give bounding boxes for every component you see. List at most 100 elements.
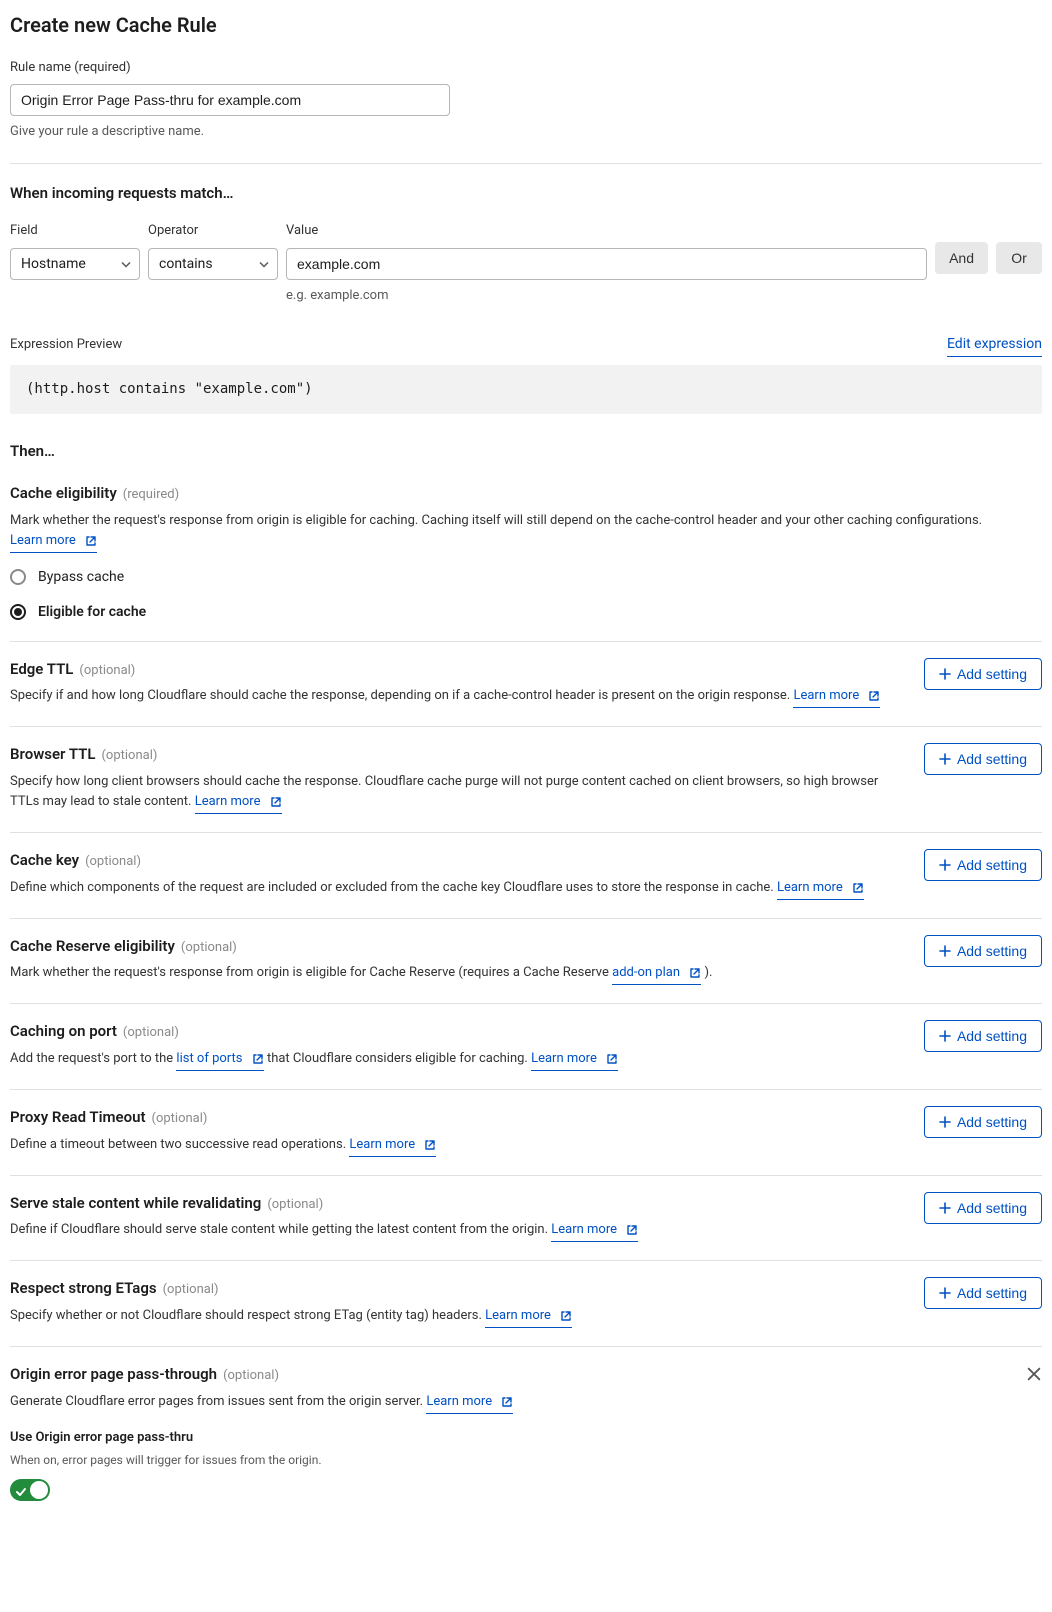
browser-ttl-desc: Specify how long client browsers should … (10, 772, 900, 814)
rule-name-label: Rule name (required) (10, 58, 1042, 78)
optional-tag: (optional) (101, 746, 157, 766)
external-link-icon (689, 967, 701, 979)
external-link-icon (252, 1053, 264, 1065)
learn-more-link[interactable]: Learn more (195, 792, 282, 814)
match-section-title: When incoming requests match… (10, 182, 1042, 205)
add-setting-button[interactable]: Add setting (924, 935, 1042, 967)
close-icon[interactable] (1026, 1366, 1042, 1382)
cache-key-desc: Define which components of the request a… (10, 878, 900, 900)
caching-port-desc: Add the request's port to the list of po… (10, 1049, 900, 1071)
list-of-ports-link[interactable]: list of ports (176, 1049, 263, 1071)
learn-more-link[interactable]: Learn more (10, 531, 97, 553)
toggle-knob (30, 1481, 48, 1499)
field-header: Field (10, 221, 140, 241)
edge-ttl-desc: Specify if and how long Cloudflare shoul… (10, 686, 900, 708)
learn-more-link[interactable]: Learn more (349, 1135, 436, 1157)
optional-tag: (optional) (181, 938, 237, 958)
serve-stale-desc: Define if Cloudflare should serve stale … (10, 1220, 900, 1242)
add-setting-button[interactable]: Add setting (924, 1192, 1042, 1224)
plus-icon (939, 753, 951, 765)
learn-more-link[interactable]: Learn more (777, 878, 864, 900)
toggle-desc: When on, error pages will trigger for is… (10, 1451, 1042, 1469)
radio-label: Eligible for cache (38, 602, 146, 623)
plus-icon (939, 1287, 951, 1299)
external-link-icon (626, 1224, 638, 1236)
browser-ttl-title: Browser TTL (10, 743, 95, 766)
external-link-icon (424, 1139, 436, 1151)
learn-more-link[interactable]: Learn more (485, 1306, 572, 1328)
cache-eligibility-title: Cache eligibility (10, 482, 117, 505)
rule-name-helper: Give your rule a descriptive name. (10, 122, 1042, 142)
radio-eligible-cache[interactable]: Eligible for cache (10, 602, 1042, 623)
add-setting-button[interactable]: Add setting (924, 849, 1042, 881)
external-link-icon (270, 796, 282, 808)
learn-more-link[interactable]: Learn more (551, 1220, 638, 1242)
optional-tag: (optional) (223, 1366, 279, 1386)
required-tag: (required) (123, 485, 179, 505)
add-setting-button[interactable]: Add setting (924, 743, 1042, 775)
external-link-icon (606, 1053, 618, 1065)
operator-header: Operator (148, 221, 278, 241)
addon-plan-link[interactable]: add-on plan (612, 963, 701, 985)
learn-more-link[interactable]: Learn more (793, 686, 880, 708)
radio-icon (10, 569, 26, 585)
caching-port-title: Caching on port (10, 1020, 117, 1043)
cache-reserve-title: Cache Reserve eligibility (10, 935, 175, 958)
learn-more-link[interactable]: Learn more (531, 1049, 618, 1071)
origin-error-title: Origin error page pass-through (10, 1363, 217, 1386)
external-link-icon (85, 535, 97, 547)
radio-bypass-cache[interactable]: Bypass cache (10, 567, 1042, 588)
expression-label: Expression Preview (10, 335, 122, 355)
edit-expression-link[interactable]: Edit expression (947, 334, 1042, 357)
cache-key-title: Cache key (10, 849, 79, 872)
radio-label: Bypass cache (38, 567, 124, 588)
and-button[interactable]: And (935, 242, 988, 274)
toggle-title: Use Origin error page pass-thru (10, 1428, 1042, 1448)
expression-code: (http.host contains "example.com") (10, 365, 1042, 414)
plus-icon (939, 945, 951, 957)
operator-select-value: contains (159, 254, 213, 275)
optional-tag: (optional) (163, 1280, 219, 1300)
optional-tag: (optional) (152, 1109, 208, 1129)
proxy-timeout-title: Proxy Read Timeout (10, 1106, 146, 1129)
add-setting-button[interactable]: Add setting (924, 1106, 1042, 1138)
external-link-icon (868, 690, 880, 702)
etags-title: Respect strong ETags (10, 1277, 157, 1300)
value-input[interactable] (286, 248, 927, 280)
check-icon (15, 1484, 27, 1496)
value-header: Value (286, 221, 927, 241)
add-setting-button[interactable]: Add setting (924, 1277, 1042, 1309)
optional-tag: (optional) (267, 1195, 323, 1215)
or-button[interactable]: Or (996, 242, 1042, 274)
chevron-down-icon (121, 254, 131, 275)
plus-icon (939, 1030, 951, 1042)
plus-icon (939, 1116, 951, 1128)
external-link-icon (501, 1396, 513, 1408)
operator-select[interactable]: contains (148, 248, 278, 280)
plus-icon (939, 1202, 951, 1214)
value-hint: e.g. example.com (286, 286, 927, 306)
field-select[interactable]: Hostname (10, 248, 140, 280)
chevron-down-icon (259, 254, 269, 275)
page-title: Create new Cache Rule (10, 10, 1042, 40)
origin-error-toggle[interactable] (10, 1479, 50, 1501)
external-link-icon (852, 882, 864, 894)
learn-more-link[interactable]: Learn more (426, 1392, 513, 1414)
then-title: Then… (10, 440, 1042, 463)
proxy-timeout-desc: Define a timeout between two successive … (10, 1135, 900, 1157)
plus-icon (939, 668, 951, 680)
optional-tag: (optional) (123, 1023, 179, 1043)
cache-eligibility-desc: Mark whether the request's response from… (10, 511, 1042, 553)
origin-error-desc: Generate Cloudflare error pages from iss… (10, 1392, 1002, 1414)
edge-ttl-title: Edge TTL (10, 658, 73, 681)
add-setting-button[interactable]: Add setting (924, 658, 1042, 690)
field-select-value: Hostname (21, 254, 86, 275)
plus-icon (939, 859, 951, 871)
optional-tag: (optional) (79, 661, 135, 681)
rule-name-input[interactable] (10, 84, 450, 116)
add-setting-button[interactable]: Add setting (924, 1020, 1042, 1052)
optional-tag: (optional) (85, 852, 141, 872)
etags-desc: Specify whether or not Cloudflare should… (10, 1306, 900, 1328)
radio-icon-selected (10, 604, 26, 620)
cache-reserve-desc: Mark whether the request's response from… (10, 963, 900, 985)
